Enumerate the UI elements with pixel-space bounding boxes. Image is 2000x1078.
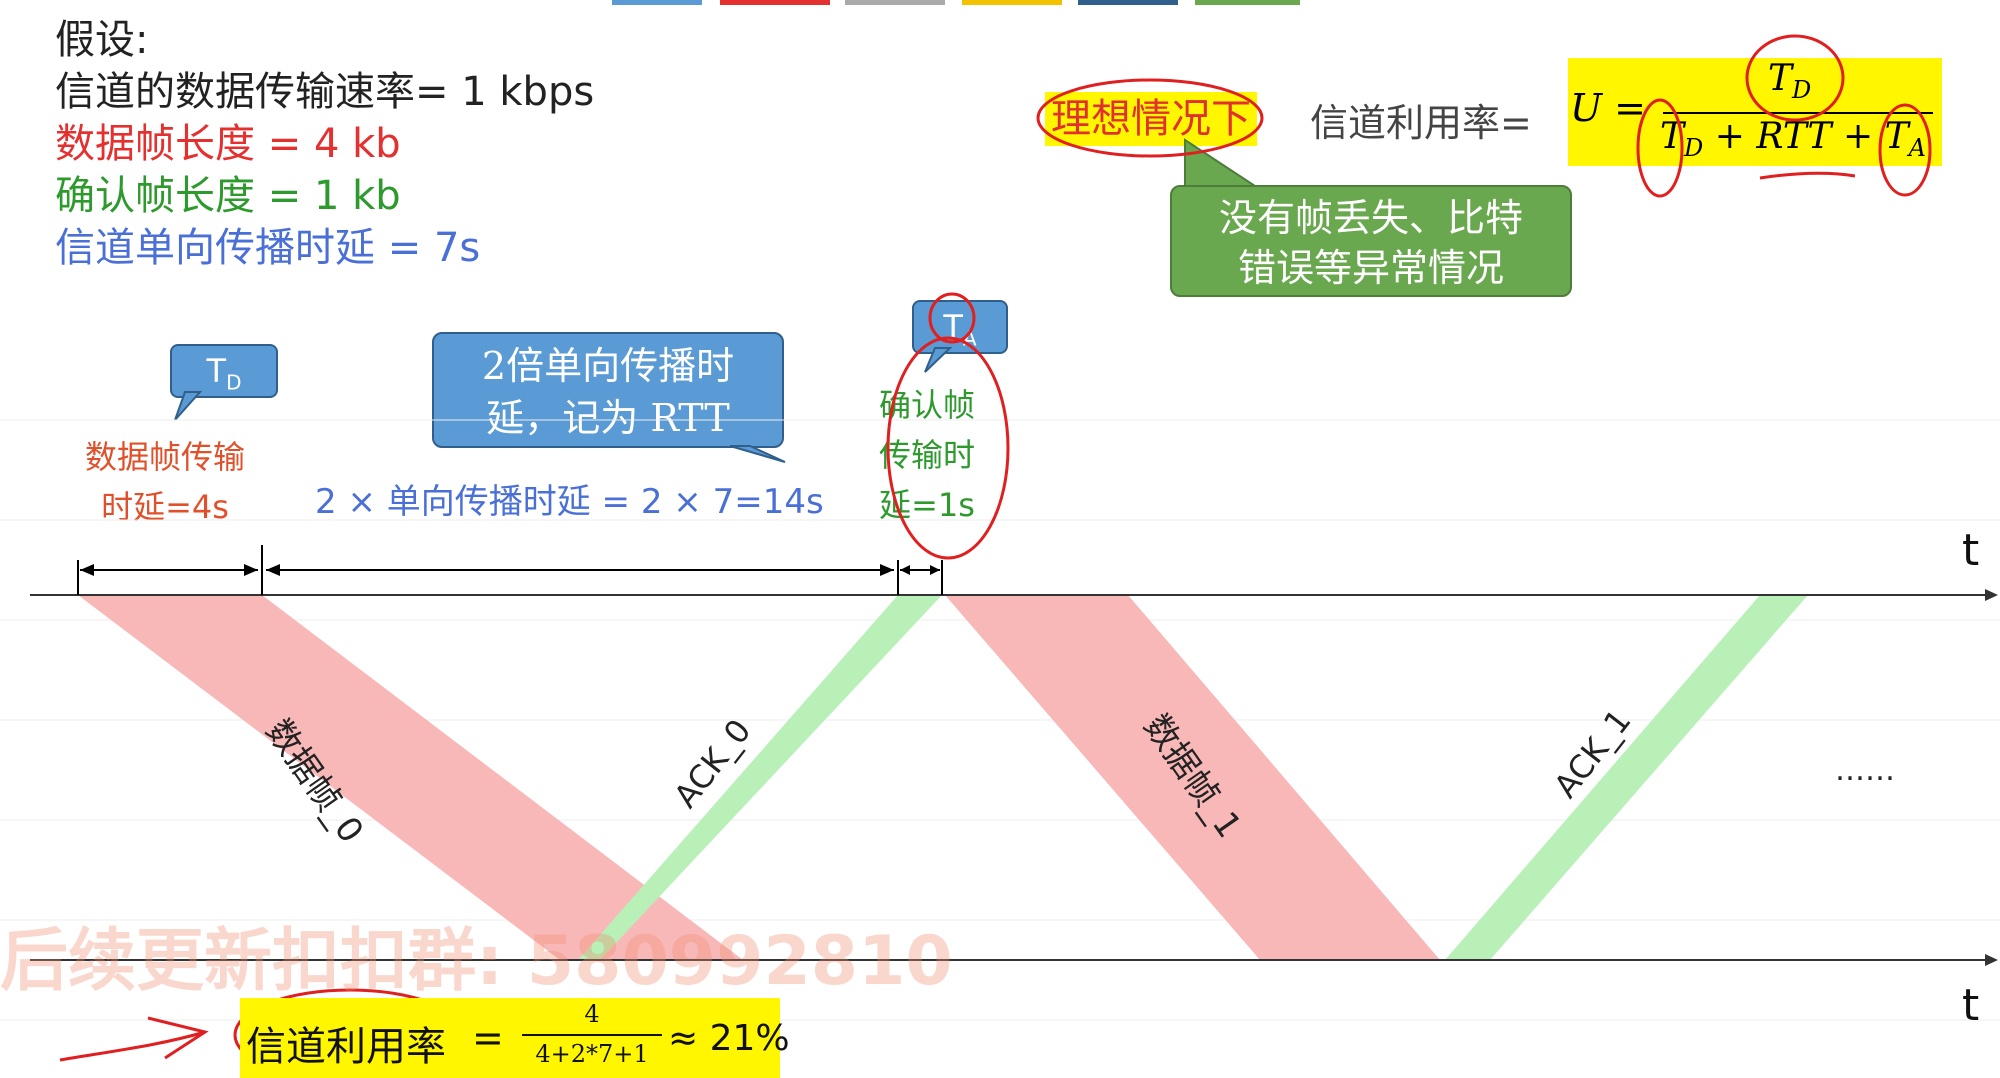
callout-rtt-tail [729,445,786,463]
watermark: 后续更新扣扣群: 580992810 [0,922,953,1001]
receiver-axis-arrow [1985,954,1998,966]
ack-frame-1 [1445,595,1808,960]
result-box: 信道利用率 = 4 4+2*7+1 ≈ 21% [240,998,790,1078]
result-equals: = [472,1016,504,1060]
result-label: 信道利用率 [246,1024,446,1070]
result-denominator: 4+2*7+1 [535,1040,649,1068]
callout-td-tail [174,391,203,421]
sender-axis-arrow [1985,589,1998,601]
continuation-ellipsis: …… [1835,753,1895,788]
result-approx: ≈ 21% [668,1018,790,1059]
receiver-axis-label: t [1962,980,1979,1031]
dimension-arrows [77,545,943,595]
sender-axis-label: t [1962,525,1979,576]
result-fraction-bar [522,1034,662,1036]
result-numerator: 4 [584,1000,600,1028]
callout-ta-tail [924,347,953,373]
